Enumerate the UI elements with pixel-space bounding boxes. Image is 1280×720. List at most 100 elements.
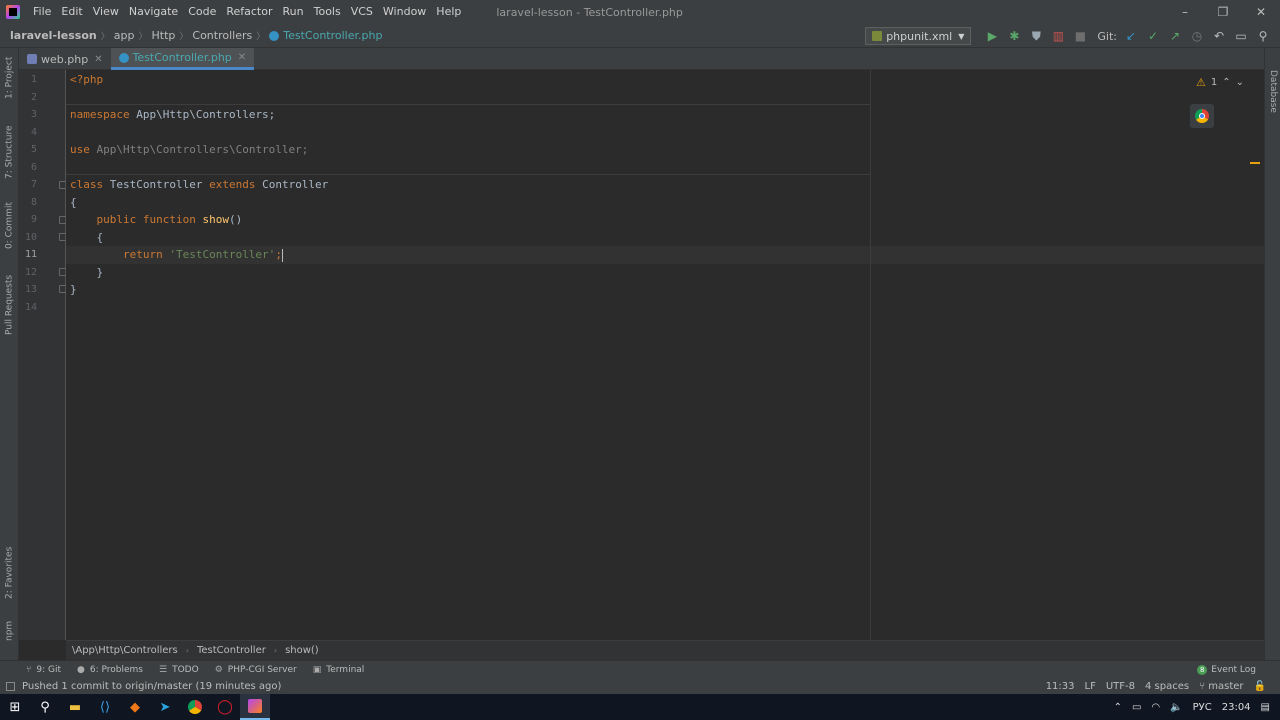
chevron-right-icon: ›	[185, 646, 189, 655]
menu-edit[interactable]: Edit	[56, 0, 87, 24]
menu-file[interactable]: File	[28, 0, 56, 24]
chrome-browser-icon[interactable]	[1190, 104, 1214, 128]
opera-icon[interactable]: ◯	[210, 694, 240, 720]
parens: ()	[228, 213, 243, 226]
breadcrumb-app[interactable]: app	[110, 29, 139, 42]
close-tab-icon[interactable]: ✕	[94, 54, 102, 65]
network-icon[interactable]: ◠	[1151, 702, 1160, 713]
menu-window[interactable]: Window	[378, 0, 431, 24]
problems-tool-button[interactable]: ● 6: Problems	[77, 665, 143, 675]
menu-run[interactable]: Run	[278, 0, 309, 24]
telegram-icon[interactable]: ➤	[150, 694, 180, 720]
history-icon[interactable]: ◷	[1186, 26, 1208, 46]
sublime-icon[interactable]: ◆	[120, 694, 150, 720]
breadcrumb-http[interactable]: Http	[147, 29, 179, 42]
status-bar: Pushed 1 commit to origin/master (19 min…	[0, 679, 1280, 694]
breadcrumb-controllers[interactable]: Controllers	[188, 29, 256, 42]
status-toggle-icon[interactable]	[6, 682, 15, 691]
menu-vcs[interactable]: VCS	[346, 0, 378, 24]
breadcrumb-file-label: TestController.php	[283, 29, 383, 42]
menu-view[interactable]: View	[88, 0, 124, 24]
breadcrumb-class[interactable]: TestController	[197, 645, 266, 656]
chrome-icon[interactable]	[180, 694, 210, 720]
commit-tool-button[interactable]: 0: Commit	[0, 198, 19, 254]
profile-icon[interactable]: ▥	[1047, 26, 1069, 46]
coverage-icon[interactable]: ⛊	[1025, 26, 1047, 46]
breadcrumb-namespace[interactable]: \App\Http\Controllers	[72, 645, 178, 656]
breadcrumb-method[interactable]: show()	[285, 645, 319, 656]
pull-requests-tool-button[interactable]: Pull Requests	[0, 270, 19, 340]
event-log-button[interactable]: 8 Event Log	[1197, 665, 1256, 675]
minimize-button[interactable]: –	[1166, 0, 1204, 24]
database-tool-button[interactable]: Database	[1265, 66, 1280, 116]
phpstorm-taskbar-icon[interactable]	[240, 694, 270, 720]
caret-position[interactable]: 11:33	[1046, 681, 1075, 692]
stop-icon[interactable]: ■	[1069, 26, 1091, 46]
tab-testcontroller-php[interactable]: TestController.php ✕	[110, 48, 255, 70]
structure-tool-button[interactable]: 7: Structure	[0, 122, 19, 182]
chevron-down-icon[interactable]: ⌄	[1236, 77, 1244, 88]
chevron-up-icon[interactable]: ⌃	[1222, 77, 1230, 88]
project-tool-button[interactable]: 1: Project	[0, 52, 19, 104]
git-update-icon[interactable]: ↙	[1120, 26, 1142, 46]
notifications-icon[interactable]: ▤	[1261, 702, 1270, 713]
tool-label: 9: Git	[36, 665, 62, 675]
chevron-down-icon: ▼	[958, 31, 965, 41]
close-button[interactable]: ✕	[1242, 0, 1280, 24]
git-tool-button[interactable]: ⑂ 9: Git	[26, 665, 61, 675]
debug-icon[interactable]: ✱	[1003, 26, 1025, 46]
breadcrumb-project[interactable]: laravel-lesson	[0, 29, 101, 42]
git-push-icon[interactable]: ↗	[1164, 26, 1186, 46]
terminal-tool-button[interactable]: ▣ Terminal	[313, 665, 365, 675]
left-tool-strip: 1: Project 7: Structure 0: Commit Pull R…	[0, 48, 19, 660]
favorites-tool-button[interactable]: 2: Favorites	[0, 542, 19, 604]
menu-refactor[interactable]: Refactor	[221, 0, 277, 24]
code-breadcrumb: \App\Http\Controllers › TestController ›…	[66, 640, 1264, 660]
os-taskbar: ⊞ ⚲ ▬ ⟨⟩ ◆ ➤ ◯ ⌃ ▭ ◠ 🔈 РУС 23:04 ▤	[0, 694, 1280, 720]
status-message[interactable]: Pushed 1 commit to origin/master (19 min…	[22, 681, 281, 692]
language-indicator[interactable]: РУС	[1193, 702, 1212, 713]
file-encoding[interactable]: UTF-8	[1106, 681, 1135, 692]
clock[interactable]: 23:04	[1222, 702, 1251, 713]
maximize-button[interactable]: ❐	[1204, 0, 1242, 24]
function-name: show	[195, 213, 229, 226]
search-icon[interactable]: ⚲	[30, 694, 60, 720]
event-log-label: Event Log	[1211, 665, 1256, 675]
close-tab-icon[interactable]: ✕	[238, 52, 246, 63]
chevron-up-icon[interactable]: ⌃	[1114, 702, 1122, 713]
layout-icon[interactable]: ▭	[1230, 26, 1252, 46]
line-number-current: 11	[24, 249, 37, 260]
run-configuration-select[interactable]: phpunit.xml ▼	[865, 27, 972, 45]
file-explorer-icon[interactable]: ▬	[60, 694, 90, 720]
search-icon[interactable]: ⚲	[1252, 26, 1274, 46]
lock-icon[interactable]: 🔓	[1254, 681, 1266, 692]
volume-icon[interactable]: 🔈	[1170, 702, 1182, 713]
battery-icon[interactable]: ▭	[1132, 702, 1141, 713]
rollback-icon[interactable]: ↶	[1208, 26, 1230, 46]
indent-setting[interactable]: 4 spaces	[1145, 681, 1189, 692]
inspection-widget[interactable]: ⚠ 1 ⌃ ⌄	[1196, 76, 1244, 89]
code-line-13: }	[70, 283, 77, 296]
right-tool-strip: Database	[1264, 48, 1280, 660]
git-commit-icon[interactable]: ✓	[1142, 26, 1164, 46]
run-icon[interactable]: ▶	[981, 26, 1003, 46]
menu-tools[interactable]: Tools	[309, 0, 346, 24]
todo-tool-button[interactable]: ☰ TODO	[159, 665, 199, 675]
code-line-12: }	[70, 265, 104, 279]
breadcrumb-file[interactable]: TestController.php	[265, 29, 386, 42]
npm-tool-button[interactable]: npm	[0, 616, 19, 646]
git-branch[interactable]: ⑂ master	[1199, 681, 1243, 692]
windows-start-icon[interactable]: ⊞	[0, 694, 30, 720]
menu-help[interactable]: Help	[431, 0, 466, 24]
php-class-icon	[269, 31, 280, 41]
php-cgi-tool-button[interactable]: ⚙ PHP-CGI Server	[215, 665, 297, 675]
warning-marker[interactable]	[1250, 162, 1260, 164]
code-line-8: {	[70, 195, 77, 209]
line-separator[interactable]: LF	[1085, 681, 1096, 692]
tab-web-php[interactable]: web.php ✕	[19, 48, 111, 70]
code-editor[interactable]: <?php namespace App\Http\Controllers; us…	[66, 70, 1264, 640]
menu-navigate[interactable]: Navigate	[124, 0, 183, 24]
keyword: public	[70, 213, 137, 226]
menu-code[interactable]: Code	[183, 0, 221, 24]
vscode-icon[interactable]: ⟨⟩	[90, 694, 120, 720]
